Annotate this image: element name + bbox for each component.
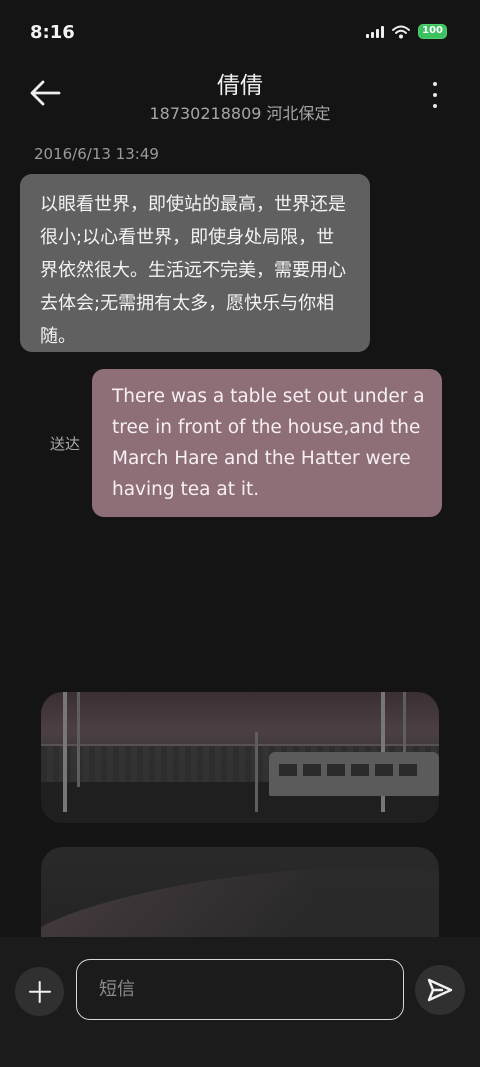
background-photo-train	[41, 692, 439, 823]
message-timestamp: 2016/6/13 13:49	[34, 145, 159, 163]
battery-icon: 100	[418, 24, 447, 39]
more-vertical-icon	[433, 82, 437, 86]
message-composer	[0, 937, 480, 1067]
contact-name: 倩倩	[217, 73, 263, 99]
status-icons: 100	[366, 24, 447, 39]
train-shape	[269, 752, 439, 796]
add-attachment-button[interactable]	[15, 967, 64, 1016]
wifi-icon	[392, 25, 411, 39]
message-input[interactable]	[76, 959, 404, 1020]
conversation-header: 倩倩 18730218809 河北保定	[0, 64, 480, 134]
outgoing-message-bubble[interactable]: There was a table set out under a tree i…	[92, 369, 442, 517]
status-bar: 8:16 100	[0, 0, 480, 64]
more-options-button[interactable]	[430, 82, 440, 108]
contact-number-location: 18730218809 河北保定	[149, 104, 331, 123]
status-time: 8:16	[30, 22, 75, 43]
signal-icon	[366, 25, 385, 38]
incoming-message-bubble[interactable]: 以眼看世界，即使站的最高，世界还是很小;以心看世界，即使身处局限，世界依然很大。…	[20, 174, 370, 352]
send-button[interactable]	[415, 965, 465, 1015]
delivery-status: 送达	[50, 435, 81, 453]
send-icon	[427, 978, 453, 1002]
